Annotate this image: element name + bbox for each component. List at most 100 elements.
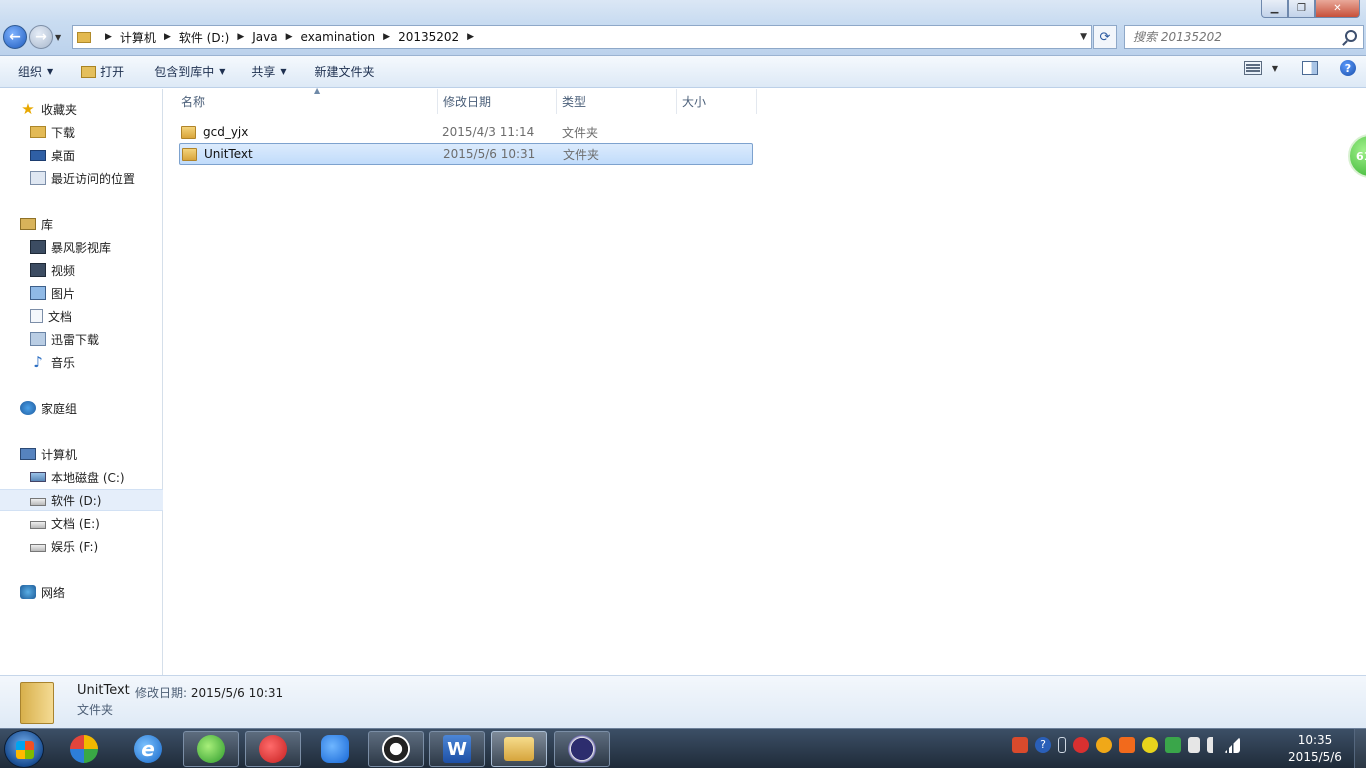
preview-pane-icon[interactable]: [1302, 61, 1318, 75]
file-row-gcd-yjx[interactable]: gcd_yjx 2015/4/3 11:14 文件夹: [179, 121, 753, 143]
file-type: 文件夹: [562, 125, 599, 140]
nav-item-drive-d[interactable]: 软件 (D:): [0, 489, 163, 511]
breadcrumb-item-java[interactable]: Java: [252, 30, 277, 44]
tray-app-icon[interactable]: [1119, 737, 1135, 753]
nav-item-label: 视频: [51, 263, 76, 278]
chevron-right-icon[interactable]: ▶: [286, 32, 293, 42]
column-header-label: 名称: [181, 95, 206, 109]
details-pane: UnitText 修改日期: 2015/5/6 10:31 文件夹: [0, 675, 1366, 728]
taskbar-app-word[interactable]: W: [429, 731, 485, 767]
minimize-button[interactable]: ▁: [1261, 0, 1288, 18]
share-button[interactable]: 共享 ▼: [241, 59, 296, 85]
nav-item-documents[interactable]: 文档: [0, 305, 163, 327]
share-label: 共享: [251, 65, 276, 79]
details-name: UnitText: [77, 683, 130, 698]
nav-item-music[interactable]: ♪ 音乐: [0, 351, 163, 373]
taskbar-app-media[interactable]: [56, 731, 112, 767]
taskbar-app-badge[interactable]: [368, 731, 424, 767]
chevron-right-icon[interactable]: ▶: [383, 32, 390, 42]
internet-explorer-icon: e: [134, 735, 162, 763]
arrow-left-icon: ←: [9, 29, 21, 45]
help-icon[interactable]: ?: [1340, 60, 1356, 76]
nav-item-label: 桌面: [51, 148, 76, 163]
chevron-down-icon[interactable]: ▼: [1080, 32, 1087, 42]
search-icon[interactable]: [1345, 30, 1357, 42]
chevron-right-icon[interactable]: ▶: [164, 32, 171, 42]
include-in-library-button[interactable]: 包含到库中 ▼: [144, 59, 235, 85]
organize-button[interactable]: 组织 ▼: [8, 59, 63, 85]
start-button[interactable]: [4, 730, 44, 768]
breadcrumb-item-computer[interactable]: 计算机: [120, 29, 156, 46]
nav-item-pictures[interactable]: 图片: [0, 282, 163, 304]
chevron-down-icon[interactable]: ▼: [1272, 64, 1278, 73]
help-icon[interactable]: ?: [1035, 737, 1051, 753]
nav-favorites[interactable]: ★ 收藏夹: [0, 98, 163, 120]
recent-pages-dropdown[interactable]: ▼: [55, 33, 61, 42]
netease-tray-icon[interactable]: [1073, 737, 1089, 753]
taskbar-app-browser[interactable]: [183, 731, 239, 767]
column-header-modified[interactable]: 修改日期: [438, 89, 557, 114]
nav-item-recent-places[interactable]: 最近访问的位置: [0, 167, 163, 189]
maximize-button[interactable]: ❐: [1288, 0, 1315, 18]
nav-item-label: 图片: [51, 286, 76, 301]
nav-item-drive-e[interactable]: 文档 (E:): [0, 512, 163, 534]
nav-computer[interactable]: 计算机: [0, 443, 163, 465]
tray-help-glyph: ?: [1040, 738, 1046, 751]
nav-homegroup[interactable]: 家庭组: [0, 397, 163, 419]
nav-item-drive-c[interactable]: 本地磁盘 (C:): [0, 466, 163, 488]
nav-item-xunlei-downloads[interactable]: 迅雷下载: [0, 328, 163, 350]
taskbar-app-netease-music[interactable]: [245, 731, 301, 767]
weibo-icon[interactable]: [1096, 737, 1112, 753]
volume-icon[interactable]: [1207, 737, 1217, 753]
address-bar[interactable]: ▶ 计算机 ▶ 软件 (D:) ▶ Java ▶ examination ▶ 2…: [72, 25, 1092, 49]
taskbar-app-eclipse[interactable]: [554, 731, 610, 767]
toolbar-right: ▼ ?: [1243, 60, 1356, 76]
sogou-input-icon[interactable]: [1012, 737, 1028, 753]
security-plus-icon[interactable]: [1142, 737, 1158, 753]
organize-label: 组织: [18, 65, 43, 79]
show-desktop-button[interactable]: [1354, 729, 1366, 768]
clock-date: 2015/5/6: [1288, 750, 1342, 764]
nav-item-label: 暴风影视库: [51, 240, 112, 255]
shield-icon[interactable]: [1165, 737, 1181, 753]
taskbar-app-explorer[interactable]: [491, 731, 547, 767]
taskbar-app-notes[interactable]: [307, 731, 363, 767]
file-type: 文件夹: [563, 147, 600, 162]
search-input[interactable]: [1133, 30, 1333, 44]
chevron-right-icon[interactable]: ▶: [467, 32, 474, 42]
clock[interactable]: 10:35 2015/5/6: [1282, 732, 1348, 766]
nav-homegroup-label: 家庭组: [41, 401, 78, 416]
nav-item-drive-f[interactable]: 娱乐 (F:): [0, 535, 163, 557]
chevron-right-icon[interactable]: ▶: [105, 32, 112, 42]
open-button[interactable]: 打开: [71, 59, 134, 85]
file-row-unittext[interactable]: UnitText 2015/5/6 10:31 文件夹: [179, 143, 753, 165]
breadcrumb-item-drive-d[interactable]: 软件 (D:): [179, 29, 229, 46]
view-options-icon[interactable]: [1243, 61, 1262, 75]
download-library-icon: [30, 332, 46, 346]
back-button[interactable]: ←: [3, 25, 27, 49]
breadcrumb-item-examination[interactable]: examination: [301, 30, 376, 44]
nav-item-downloads[interactable]: 下载: [0, 121, 163, 143]
nav-favorites-label: 收藏夹: [41, 102, 78, 117]
refresh-button[interactable]: ⟳: [1093, 25, 1117, 49]
chevron-down-icon: ▼: [47, 67, 54, 76]
forward-button[interactable]: →: [29, 25, 53, 49]
drive-icon: [30, 544, 46, 552]
nav-network[interactable]: 网络: [0, 581, 163, 603]
breadcrumb-item-20135202[interactable]: 20135202: [398, 30, 459, 44]
column-header-name[interactable]: 名称 ▲: [176, 86, 438, 114]
taskbar-app-ie[interactable]: e: [120, 731, 176, 767]
column-header-size[interactable]: 大小: [677, 89, 757, 114]
nav-libraries[interactable]: 库: [0, 213, 163, 235]
nav-item-videos[interactable]: 视频: [0, 259, 163, 281]
new-folder-button[interactable]: 新建文件夹: [305, 59, 385, 85]
chevron-right-icon[interactable]: ▶: [237, 32, 244, 42]
close-button[interactable]: ✕: [1315, 0, 1360, 18]
signal-strength-icon[interactable]: [1224, 737, 1240, 753]
nav-item-desktop[interactable]: 桌面: [0, 144, 163, 166]
include-in-library-label: 包含到库中: [154, 65, 215, 79]
column-header-type[interactable]: 类型: [557, 89, 677, 114]
expand-tray-icon[interactable]: [1058, 737, 1066, 753]
nav-item-baofeng-library[interactable]: 暴风影视库: [0, 236, 163, 258]
device-icon[interactable]: [1188, 737, 1200, 753]
